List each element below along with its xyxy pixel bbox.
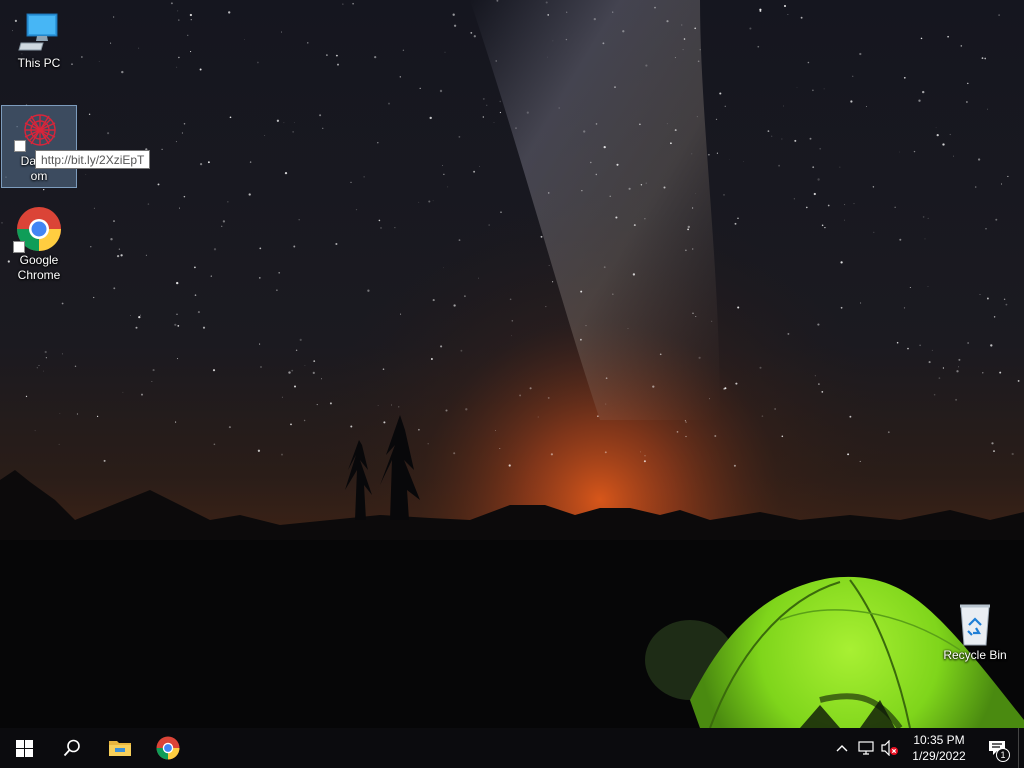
url-tooltip: http://bit.ly/2XziEpT bbox=[35, 150, 151, 169]
chrome-taskbar-button[interactable] bbox=[144, 728, 192, 768]
chrome-icon bbox=[1, 205, 77, 253]
datawrapper-icon bbox=[2, 106, 78, 154]
recycle-bin-icon bbox=[937, 600, 1013, 648]
action-center-button[interactable]: 1 bbox=[976, 728, 1018, 768]
desktop-icon-this-pc[interactable]: This PC bbox=[1, 8, 77, 71]
desktop-icon-datawrapper[interactable]: DataW om bbox=[1, 105, 77, 188]
notification-count-badge: 1 bbox=[996, 748, 1010, 762]
system-tray: 10:35 PM 1/29/2022 1 bbox=[830, 728, 1024, 768]
chrome-icon bbox=[156, 736, 180, 760]
clock-date: 1/29/2022 bbox=[912, 749, 966, 763]
folder-icon bbox=[109, 741, 131, 756]
desktop-icon-label: Recycle Bin bbox=[943, 648, 1007, 662]
show-desktop-button[interactable] bbox=[1018, 728, 1024, 768]
clock[interactable]: 10:35 PM 1/29/2022 bbox=[902, 732, 976, 764]
desktop-icon-label: This PC bbox=[17, 56, 61, 70]
file-explorer-button[interactable] bbox=[96, 728, 144, 768]
network-icon[interactable] bbox=[854, 728, 878, 768]
windows-logo-icon bbox=[15, 739, 33, 757]
this-pc-icon bbox=[1, 8, 77, 56]
desktop-icon-google-chrome[interactable]: Google Chrome bbox=[1, 205, 77, 283]
shortcut-arrow-icon bbox=[13, 241, 25, 253]
clock-time: 10:35 PM bbox=[913, 733, 965, 747]
chevron-up-icon[interactable] bbox=[830, 728, 854, 768]
desktop-wallpaper bbox=[0, 0, 1024, 768]
search-icon bbox=[63, 739, 80, 757]
search-button[interactable] bbox=[48, 728, 96, 768]
volume-muted-icon[interactable] bbox=[878, 728, 902, 768]
start-button[interactable] bbox=[0, 728, 48, 768]
shortcut-arrow-icon bbox=[14, 140, 26, 152]
taskbar: 10:35 PM 1/29/2022 1 bbox=[0, 728, 1024, 768]
desktop-icon-recycle-bin[interactable]: Recycle Bin bbox=[937, 600, 1013, 663]
desktop-icon-label: Google Chrome bbox=[17, 253, 61, 282]
